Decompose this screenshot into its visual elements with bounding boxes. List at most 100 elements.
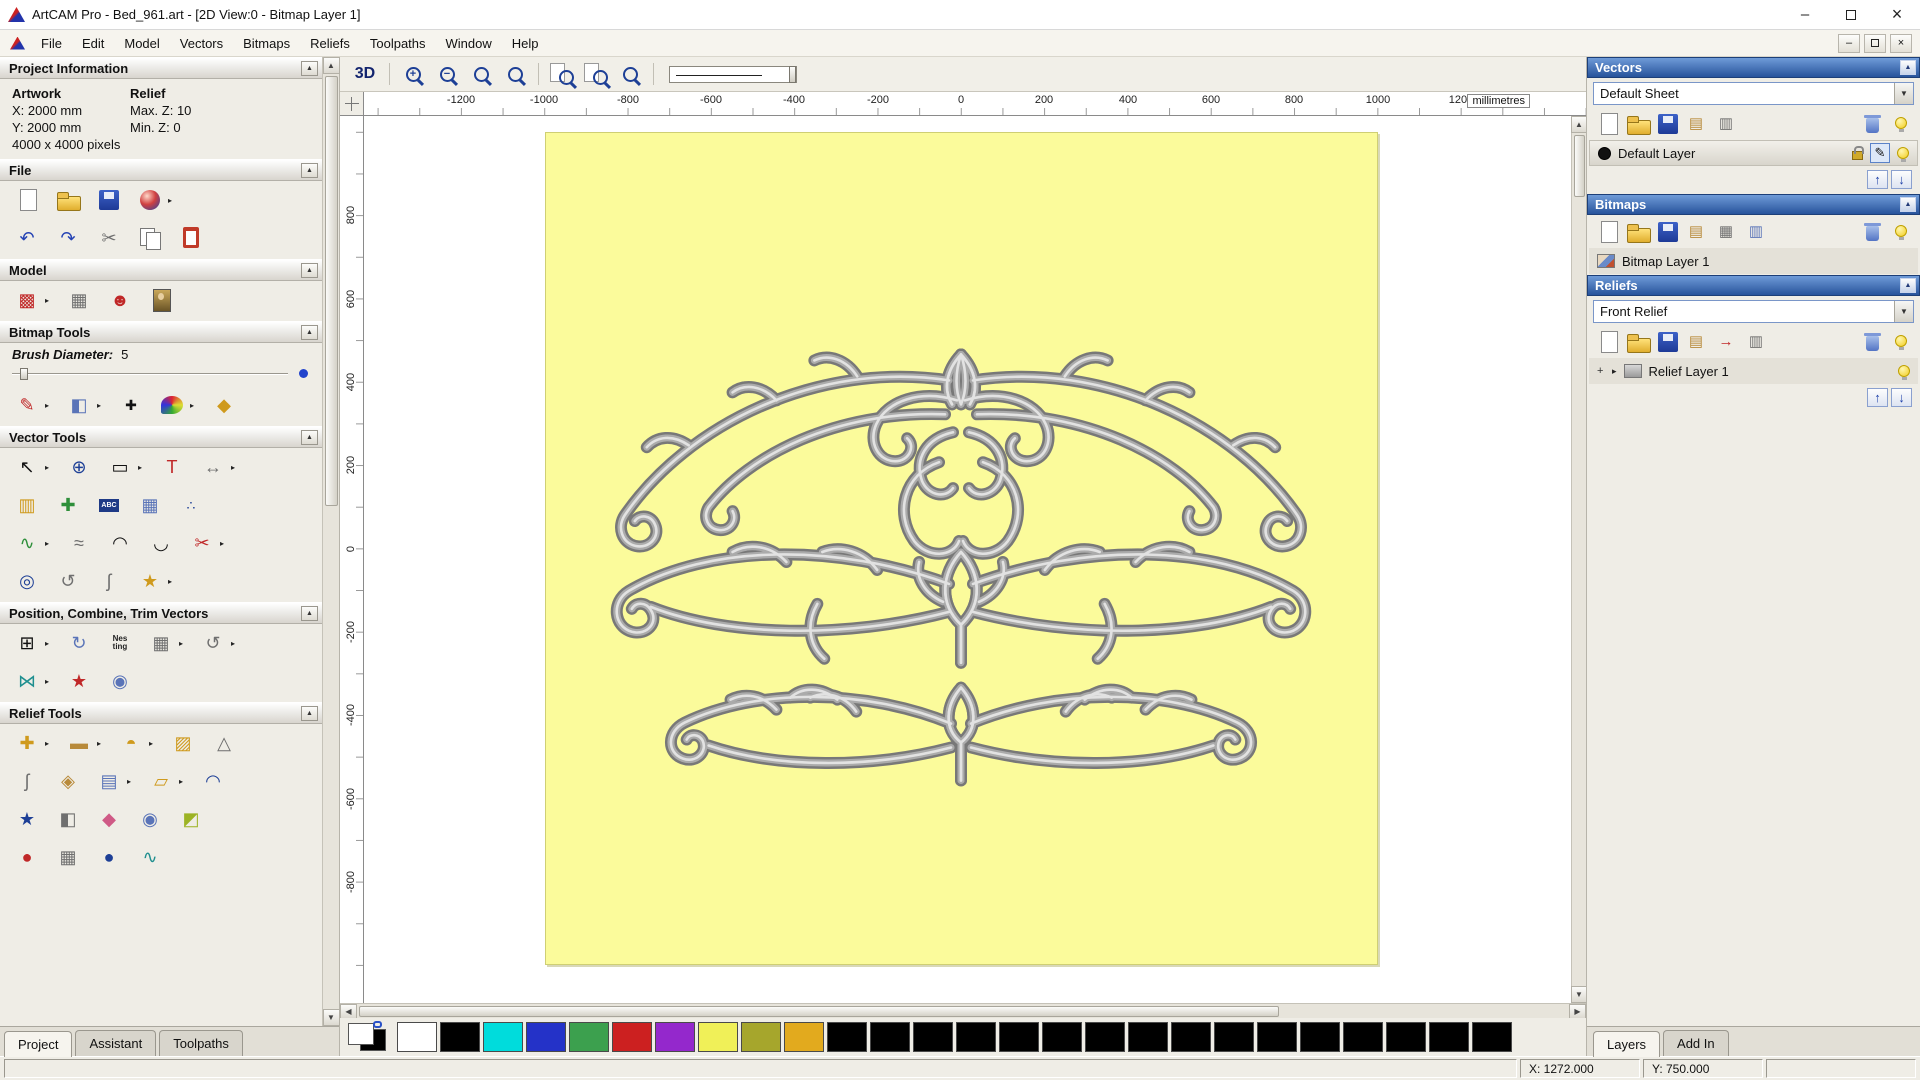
bitmap-select-icon[interactable]: ▥: [1743, 218, 1769, 244]
vector-sheet-select[interactable]: Default Sheet ▼: [1593, 82, 1914, 105]
flyout-arrow-icon[interactable]: ▸: [220, 539, 228, 548]
color-swatch-25[interactable]: [1472, 1022, 1512, 1052]
swirl-relief-icon[interactable]: ◉: [135, 805, 165, 833]
menu-help[interactable]: Help: [502, 32, 549, 55]
flood-fill-icon[interactable]: ◧: [64, 391, 94, 419]
mdi-close-button[interactable]: ×: [1890, 33, 1912, 53]
relief-clipart-icon[interactable]: ☻: [105, 286, 135, 314]
create-star-icon[interactable]: ★: [135, 567, 165, 595]
zoom-previous-icon[interactable]: [616, 61, 644, 87]
flyout-arrow-icon[interactable]: ▸: [45, 677, 53, 686]
collapse-button[interactable]: ▲: [301, 262, 318, 278]
merge-bitmap-icon[interactable]: ▦: [1713, 218, 1739, 244]
model-artwork-area[interactable]: [545, 132, 1378, 965]
save-vector-layer-icon[interactable]: [1653, 110, 1679, 136]
layer-visibility-icon[interactable]: [1898, 365, 1910, 380]
angle-relief-icon[interactable]: △: [209, 729, 239, 757]
scroll-up-button[interactable]: ▲: [322, 57, 340, 74]
color-swatch-9[interactable]: [784, 1022, 824, 1052]
line-width-handle[interactable]: [789, 65, 796, 83]
zoom-out-icon[interactable]: −: [433, 61, 461, 87]
collapse-button[interactable]: ▲: [1900, 60, 1916, 75]
merge-layers-icon[interactable]: ▥: [1713, 110, 1739, 136]
color-swatch-2[interactable]: [483, 1022, 523, 1052]
color-swatch-21[interactable]: [1300, 1022, 1340, 1052]
edit-layer-icon[interactable]: ✎: [1870, 143, 1890, 163]
collapse-button[interactable]: ▲: [301, 162, 318, 178]
scroll-down-button[interactable]: ▼: [322, 1009, 340, 1026]
wrap-text-icon[interactable]: ABC: [94, 491, 124, 519]
tab-toolpaths[interactable]: Toolpaths: [159, 1030, 243, 1056]
lock-icon[interactable]: [1852, 146, 1864, 160]
mdi-restore-button[interactable]: [1864, 33, 1886, 53]
color-swatch-18[interactable]: [1171, 1022, 1211, 1052]
flyout-arrow-icon[interactable]: ▸: [231, 639, 239, 648]
nesting-icon[interactable]: Nes ting: [105, 629, 135, 657]
scrollbar-thumb[interactable]: [1573, 135, 1585, 197]
collapse-button[interactable]: ▲: [301, 429, 318, 445]
sculpting-tools-icon[interactable]: ✚: [12, 729, 42, 757]
assistant-scrollbar[interactable]: ▲ ▼: [322, 57, 340, 1026]
layer-color-swatch[interactable]: [1598, 146, 1611, 160]
transfer-relief-icon[interactable]: →: [1713, 328, 1739, 354]
relief-select[interactable]: Front Relief ▼: [1593, 300, 1914, 323]
flyout-arrow-icon[interactable]: ▸: [168, 196, 176, 205]
cut-icon[interactable]: ✂: [94, 224, 124, 252]
paint-brush-icon[interactable]: ✎: [12, 391, 42, 419]
flyout-arrow-icon[interactable]: ▸: [231, 463, 239, 472]
canvas-horizontal-scrollbar[interactable]: ◀ ▶: [340, 1003, 1586, 1019]
flyout-arrow-icon[interactable]: ▸: [149, 739, 157, 748]
greyscale-image-icon[interactable]: [146, 286, 176, 314]
zoom-selection-icon[interactable]: [582, 61, 610, 87]
undo-icon[interactable]: ↶: [12, 224, 42, 252]
vector-doctor-icon[interactable]: ʃ: [94, 567, 124, 595]
flyout-arrow-icon[interactable]: ▸: [138, 463, 146, 472]
collapse-button[interactable]: ▲: [301, 60, 318, 76]
adjust-model-icon[interactable]: ▦: [64, 286, 94, 314]
flyout-arrow-icon[interactable]: ▸: [190, 401, 198, 410]
color-swatch-0[interactable]: [397, 1022, 437, 1052]
scroll-up-button[interactable]: ▲: [1570, 116, 1588, 133]
sweep-profile-icon[interactable]: ʃ: [12, 767, 42, 795]
redo-icon[interactable]: ↷: [53, 224, 83, 252]
canvas-vertical-scrollbar[interactable]: ▲ ▼: [1570, 116, 1588, 1003]
sphere-relief-icon[interactable]: ●: [94, 843, 124, 871]
color-swatch-1[interactable]: [440, 1022, 480, 1052]
relief-envelope-icon[interactable]: ▱: [146, 767, 176, 795]
layer-visibility-icon[interactable]: [1897, 147, 1909, 162]
slider-handle[interactable]: [20, 368, 28, 380]
colour-picker-icon[interactable]: ✚: [116, 391, 146, 419]
snap-tape-icon[interactable]: ▥: [12, 491, 42, 519]
flyout-arrow-icon[interactable]: ▸: [179, 639, 187, 648]
line-width-control[interactable]: [669, 65, 797, 83]
color-swatch-7[interactable]: [698, 1022, 738, 1052]
create-polyline-icon[interactable]: ∿: [12, 529, 42, 557]
flyout-arrow-icon[interactable]: ▸: [45, 739, 53, 748]
new-relief-layer-icon[interactable]: [1593, 328, 1619, 354]
save-relief-layer-icon[interactable]: [1653, 328, 1679, 354]
collapse-button[interactable]: ▲: [301, 605, 318, 621]
scrollbar-thumb[interactable]: [359, 1005, 1279, 1017]
toggle-all-visibility-icon[interactable]: [1888, 110, 1914, 136]
open-bitmap-layer-icon[interactable]: [1623, 218, 1651, 244]
scrollbar-thumb[interactable]: [324, 76, 338, 506]
color-swatch-22[interactable]: [1343, 1022, 1383, 1052]
open-vector-layer-icon[interactable]: [1623, 110, 1651, 136]
trim-vectors-icon[interactable]: ✂: [187, 529, 217, 557]
tab-assistant[interactable]: Assistant: [75, 1030, 157, 1056]
maximize-button[interactable]: [1828, 0, 1874, 29]
bitmap-layer-row[interactable]: Bitmap Layer 1: [1589, 248, 1918, 274]
menu-bitmaps[interactable]: Bitmaps: [233, 32, 300, 55]
weave-wizard-icon[interactable]: ◈: [53, 767, 83, 795]
rotate-copy-icon[interactable]: ↺: [198, 629, 228, 657]
save-bitmap-layer-icon[interactable]: [1653, 218, 1679, 244]
relief-merge-icon[interactable]: ▥: [1743, 328, 1769, 354]
tab-layers[interactable]: Layers: [1593, 1031, 1661, 1057]
turn-relief-icon[interactable]: ◆: [94, 805, 124, 833]
tab-project[interactable]: Project: [4, 1031, 73, 1057]
scroll-right-button[interactable]: ▶: [1569, 1003, 1586, 1019]
paste-icon[interactable]: [176, 224, 206, 252]
zoom-page-icon[interactable]: [548, 61, 576, 87]
import-relief-icon[interactable]: ▤: [1683, 328, 1709, 354]
new-bitmap-layer-icon[interactable]: [1593, 218, 1619, 244]
